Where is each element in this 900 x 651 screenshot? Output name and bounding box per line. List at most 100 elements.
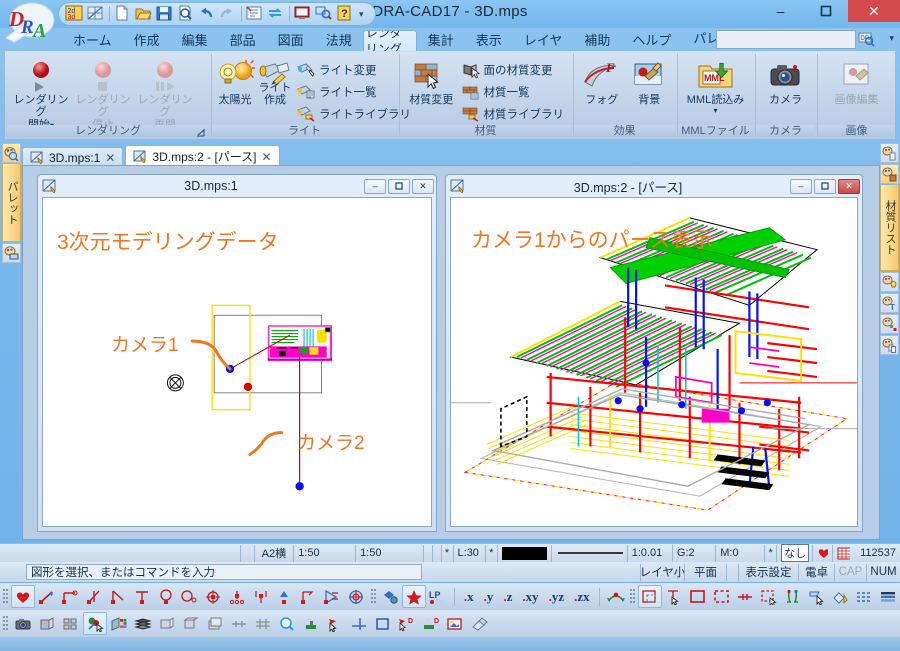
tab-assist[interactable]: 補助 (573, 30, 621, 52)
status-scale-2[interactable]: 1:50 (355, 544, 422, 562)
background-button[interactable]: 背景 (626, 55, 672, 106)
mdi-window-3dmps1[interactable]: 3D.mps:1 – ✕ 3次元モデリングデータ カメラ1 カメラ2 (37, 174, 437, 532)
snap-midpoint-icon[interactable] (59, 585, 83, 608)
render-resume-button[interactable]: レンダリング 再開 (134, 55, 196, 131)
document-tab-1[interactable]: 3D.mps:1 ✕ (22, 147, 124, 167)
tab-layer[interactable]: レイヤ (513, 30, 574, 52)
mdi-2-close-button[interactable]: ✕ (838, 178, 860, 194)
snap-settings-icon[interactable] (379, 585, 403, 608)
palette-page-icon[interactable] (880, 143, 899, 163)
status-view-mode[interactable]: 平面 (684, 563, 726, 581)
face-material-button[interactable]: 面の材質変更 (460, 59, 569, 81)
render-stop-button[interactable]: レンダリング 停止 (72, 55, 134, 131)
close-button[interactable]: ✕ (848, 0, 900, 22)
axis-yz-button[interactable]: .yz (544, 589, 570, 605)
status-linewidth[interactable]: 1:0.01 (626, 544, 672, 562)
view-copy3-icon[interactable] (203, 612, 227, 635)
snap-nearest-icon[interactable] (130, 585, 154, 608)
select-line-icon[interactable] (734, 585, 758, 608)
status-asterisk-2[interactable]: * (484, 544, 497, 562)
view-arrow-icon[interactable] (323, 612, 347, 635)
properties-icon[interactable] (245, 4, 265, 24)
right-dock-vertical-label[interactable]: 材質リスト (880, 185, 899, 271)
status-paper-size[interactable]: A2横 (253, 544, 294, 562)
status-color-swatch[interactable] (496, 544, 551, 562)
axis-z-button[interactable]: .z (498, 589, 517, 605)
layout-icon[interactable] (86, 4, 106, 24)
mdi-window-1-header[interactable]: 3D.mps:1 – ✕ (38, 175, 436, 197)
view-zoom-icon[interactable] (275, 612, 299, 635)
snap-parallel-icon[interactable] (296, 585, 320, 608)
tab-edit[interactable]: 編集 (171, 30, 219, 52)
zoom-window-icon[interactable] (314, 4, 334, 24)
view-ground-icon[interactable] (299, 612, 323, 635)
select-layer-icon[interactable] (852, 585, 876, 608)
axis-zx-button[interactable]: .zx (569, 589, 595, 605)
mdi-window-3dmps2[interactable]: 3D.mps:2 - [パース] – ✕ カメラ1からのパース表示 (445, 174, 863, 532)
snap-node-icon[interactable] (225, 585, 249, 608)
sun-light-button[interactable]: 太陽光 (215, 55, 255, 106)
snap-target-icon[interactable] (344, 585, 368, 608)
light-list-button[interactable]: ライト一覧 (295, 81, 415, 103)
palette-zoom-icon[interactable] (2, 143, 21, 163)
mdi-window-2-header[interactable]: 3D.mps:2 - [パース] – ✕ (446, 175, 862, 197)
light-edit-button[interactable]: ライト変更 (295, 59, 415, 81)
axis-x-button[interactable]: .x (459, 589, 479, 605)
2d3d-toggle-icon[interactable]: 2d 3d (65, 4, 85, 24)
print-preview-icon[interactable] (176, 4, 196, 24)
mml-load-button[interactable]: MML MML読込み ▾ (681, 55, 750, 115)
view-solid-icon[interactable] (35, 612, 59, 635)
snap-perpendicular-icon[interactable] (106, 585, 130, 608)
axis-rotate-icon[interactable] (604, 585, 628, 608)
snap-intersection-icon[interactable] (82, 585, 106, 608)
search-input[interactable] (716, 30, 856, 49)
select-all-icon[interactable] (781, 585, 805, 608)
status-mode[interactable]: M:0 (715, 544, 764, 562)
snap-free-icon[interactable] (11, 585, 35, 608)
undo-icon[interactable] (197, 4, 217, 24)
light-create-button[interactable]: ライト作成 (255, 55, 295, 106)
open-file-icon[interactable] (134, 4, 154, 24)
palette-material-icon[interactable] (880, 164, 899, 184)
material-list-button[interactable]: 材質一覧 (460, 81, 569, 103)
tab-regulation[interactable]: 法規 (315, 30, 363, 52)
mdi-2-minimize-button[interactable]: – (790, 178, 812, 194)
mdi-1-close-button[interactable]: ✕ (412, 178, 434, 194)
view-arrowd-icon[interactable]: D (395, 612, 419, 635)
axis-y-button[interactable]: .y (479, 589, 499, 605)
screen-icon[interactable] (293, 4, 313, 24)
render-start-button[interactable]: レンダリング 開始▾ (10, 55, 72, 132)
status-asterisk-3[interactable]: * (764, 544, 776, 562)
snap-extension-icon[interactable] (272, 585, 296, 608)
palette-copy-icon[interactable] (880, 335, 899, 355)
material-change-button[interactable]: 材質変更 (403, 55, 460, 106)
select-crossing-icon[interactable] (710, 585, 734, 608)
palette-text-icon[interactable]: T (880, 293, 899, 313)
tab-help[interactable]: ヘルプ (621, 30, 682, 52)
tab-rendering[interactable]: レンダリング (362, 30, 417, 52)
select-similar-icon[interactable] (805, 585, 829, 608)
view-axis-icon[interactable] (347, 612, 371, 635)
toolbar-grip-3[interactable] (629, 587, 636, 607)
view-image-icon[interactable] (443, 612, 467, 635)
mdi-1-minimize-button[interactable]: – (364, 178, 386, 194)
close-icon[interactable]: ✕ (105, 151, 115, 165)
snap-endpoint-icon[interactable] (35, 585, 59, 608)
tab-parts[interactable]: 部品 (219, 30, 267, 52)
status-asterisk-1[interactable]: * (440, 544, 453, 562)
view-camera-icon[interactable] (11, 612, 35, 635)
mdi-window-1-canvas[interactable]: 3次元モデリングデータ カメラ1 カメラ2 (42, 197, 432, 527)
tab-aggregate[interactable]: 集計 (417, 30, 465, 52)
status-group[interactable]: G:2 (671, 544, 715, 562)
heart-icon[interactable] (812, 544, 832, 562)
help-icon[interactable]: ? (335, 4, 355, 24)
tab-home[interactable]: ホーム (62, 30, 123, 52)
qat-overflow-caret[interactable]: ▾ (356, 9, 367, 20)
table-icon[interactable] (832, 544, 854, 562)
fog-button[interactable]: F フォグ (577, 55, 626, 106)
palette-layers-icon[interactable] (2, 243, 21, 263)
toolbar-grip-2[interactable] (370, 587, 377, 607)
select-rect-icon[interactable] (686, 585, 710, 608)
tab-display[interactable]: 表示 (465, 30, 513, 52)
view-render-icon[interactable] (83, 612, 107, 635)
